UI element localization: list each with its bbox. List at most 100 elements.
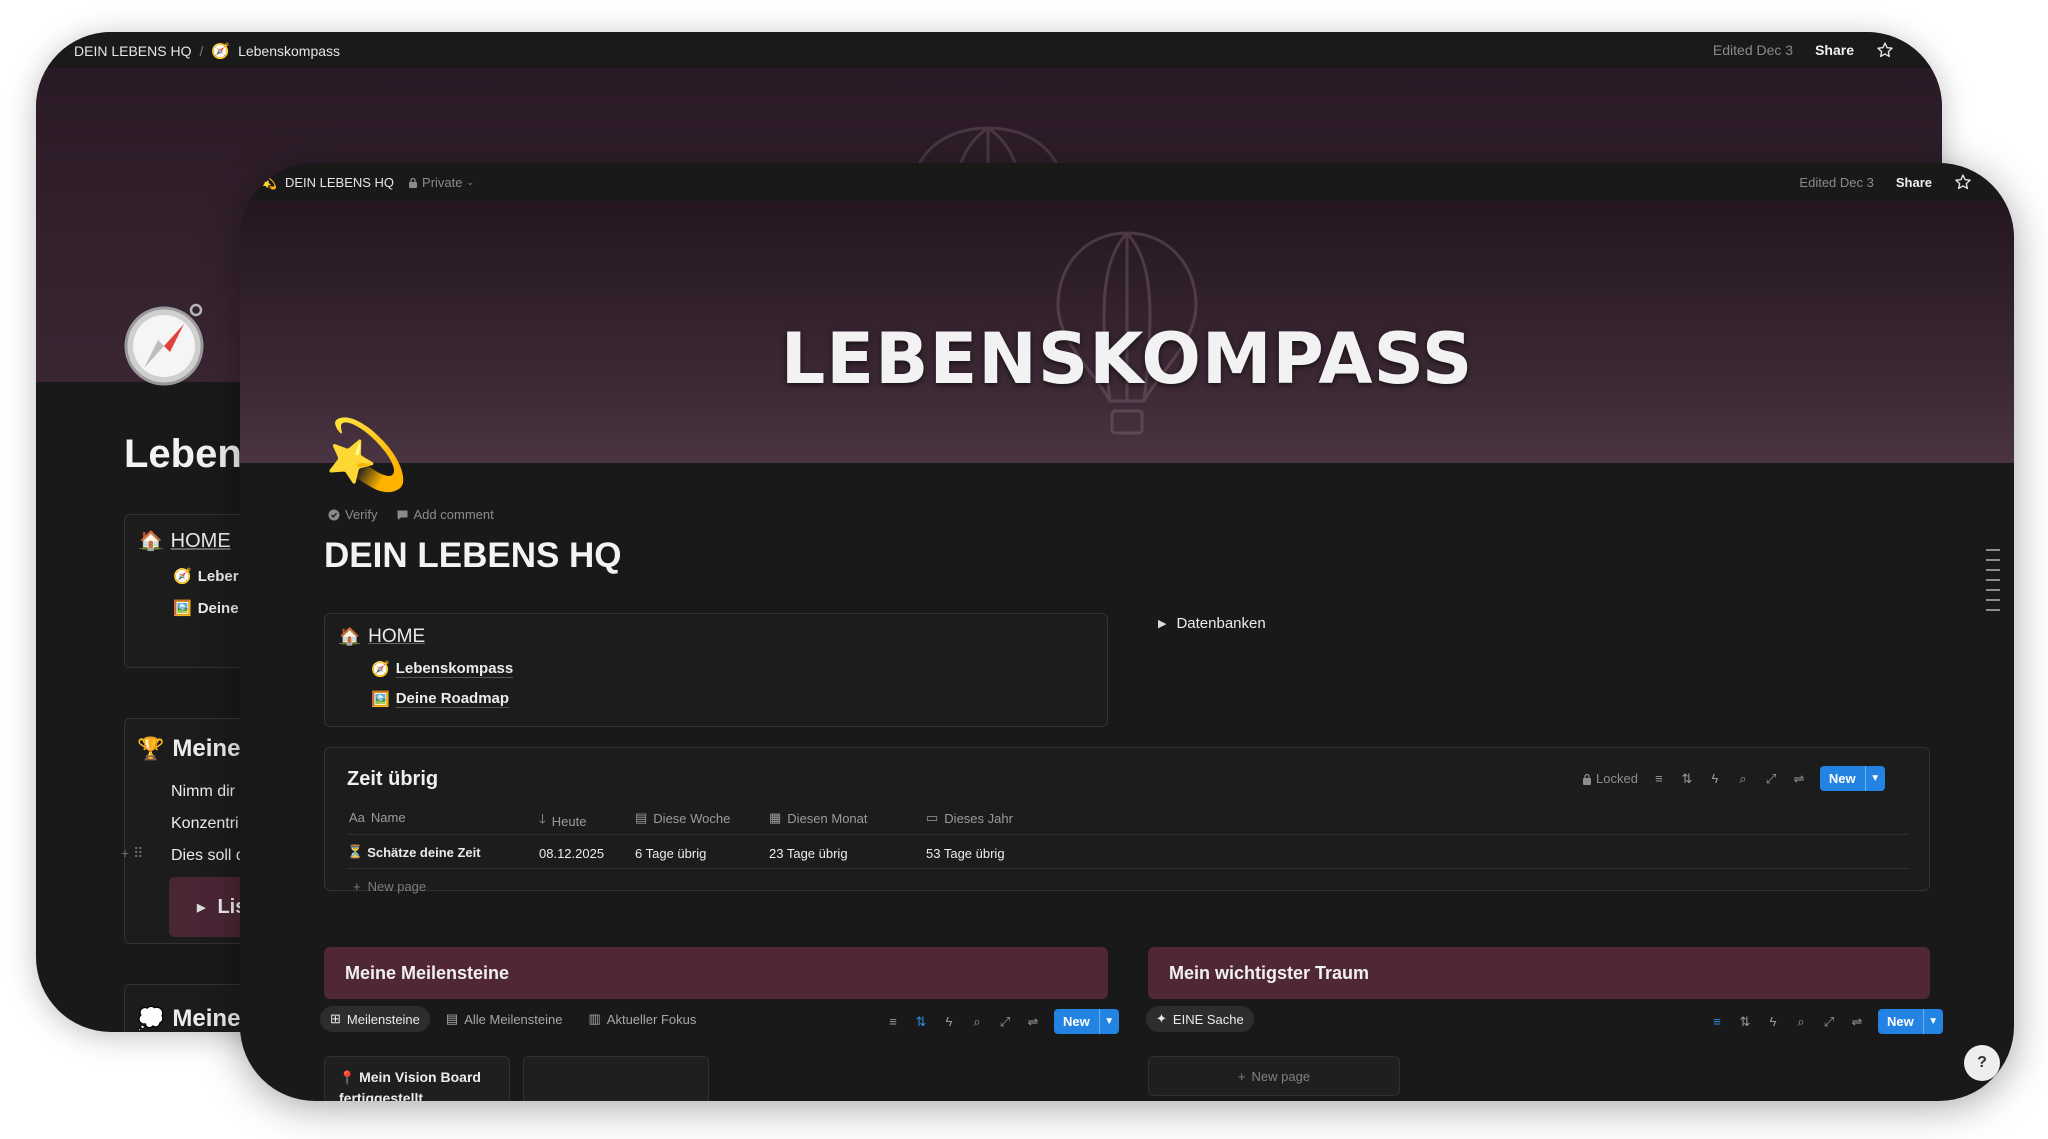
expand-icon[interactable]: ⤢ xyxy=(1764,771,1778,786)
back-home-item[interactable]: 🧭 Leber xyxy=(173,567,239,586)
filter-icon[interactable]: ≡ xyxy=(1710,1014,1724,1029)
new-button[interactable]: New ▼ xyxy=(1878,1009,1943,1034)
column-header-monat[interactable]: ▦ Diesen Monat xyxy=(769,810,868,826)
back-home-link[interactable]: 🏠 HOME xyxy=(139,529,231,553)
comment-icon xyxy=(397,510,408,520)
back-breadcrumb[interactable]: DEIN LEBENS HQ / 🧭 Lebenskompass xyxy=(74,42,340,60)
database-title[interactable]: Zeit übrig xyxy=(347,768,438,791)
column-header-jahr[interactable]: ▭ Dieses Jahr xyxy=(926,810,1013,826)
search-icon[interactable]: ⌕ xyxy=(970,1014,984,1029)
toggle-datenbanken[interactable]: ▶ Datenbanken xyxy=(1158,615,1266,632)
chevron-down-icon[interactable]: ▼ xyxy=(1922,1009,1943,1034)
row-divider xyxy=(347,868,1909,869)
front-share-button[interactable]: Share xyxy=(1896,175,1932,190)
calendar-icon: ▤ xyxy=(635,810,648,825)
star-icon[interactable] xyxy=(1954,173,1972,191)
traum-header: Mein wichtigster Traum xyxy=(1148,947,1930,999)
verify-button[interactable]: Verify xyxy=(328,507,378,522)
automation-bolt-icon[interactable]: ϟ xyxy=(1708,771,1722,786)
cell-heute[interactable]: 08.12.2025 xyxy=(539,846,604,861)
back-home-item[interactable]: 🖼️ Deine xyxy=(173,599,239,618)
thought-bubble-icon: 💭 xyxy=(137,1006,165,1031)
tab-meilensteine[interactable]: ⊞ Meilensteine xyxy=(320,1006,430,1032)
new-page-button[interactable]: + New page xyxy=(353,879,426,894)
back-topbar: DEIN LEBENS HQ / 🧭 Lebenskompass Edited … xyxy=(36,32,1942,68)
plus-icon: + xyxy=(353,879,361,894)
star-icon[interactable] xyxy=(1876,41,1894,59)
table-icon: ▤ xyxy=(445,1011,459,1026)
front-breadcrumb[interactable]: 💫 DEIN LEBENS HQ Private ⌄ xyxy=(262,175,474,190)
tab-eine-sache[interactable]: ✦ EINE Sache xyxy=(1146,1006,1254,1032)
back-breadcrumb-workspace[interactable]: DEIN LEBENS HQ xyxy=(74,43,191,59)
meilensteine-toolbar: ≡ ⇅ ϟ ⌕ ⤢ ⇌ New ▼ xyxy=(886,1009,1119,1034)
cell-woche[interactable]: 6 Tage übrig xyxy=(635,846,706,861)
dizzy-star-icon[interactable]: 💫 xyxy=(324,421,409,489)
settings-sliders-icon[interactable]: ⇌ xyxy=(1026,1014,1040,1029)
sparkle-icon: ✦ xyxy=(1156,1011,1167,1026)
traum-toolbar: ≡ ⇅ ϟ ⌕ ⤢ ⇌ New ▼ xyxy=(1710,1009,1943,1034)
traum-new-page-card[interactable]: + New page xyxy=(1148,1056,1400,1096)
gallery-card[interactable]: 📍 Mein Vision Board fertiggestellt xyxy=(324,1056,510,1101)
sort-icon[interactable]: ⇅ xyxy=(1738,1014,1752,1029)
tab-aktueller-fokus[interactable]: ▥ Aktueller Fokus xyxy=(578,1006,706,1032)
tab-alle-meilensteine[interactable]: ▤ Alle Meilensteine xyxy=(436,1006,573,1032)
sort-icon[interactable]: ⇅ xyxy=(914,1014,928,1029)
hourglass-icon: ⏳ xyxy=(347,844,364,859)
chevron-down-icon[interactable]: ▼ xyxy=(1864,766,1885,791)
front-cover[interactable]: LEBENSKOMPASS xyxy=(240,201,2014,463)
settings-sliders-icon[interactable]: ⇌ xyxy=(1850,1014,1864,1029)
new-button[interactable]: New ▼ xyxy=(1819,766,1885,791)
drag-handle-icon[interactable]: + ⠿ xyxy=(121,845,143,862)
search-icon[interactable]: ⌕ xyxy=(1736,771,1750,786)
back-home-item-label: Leber xyxy=(197,567,239,585)
page-outline-indicator[interactable] xyxy=(1986,549,2000,611)
filter-icon[interactable]: ≡ xyxy=(1652,771,1666,786)
filter-icon[interactable]: ≡ xyxy=(886,1014,900,1029)
back-share-button[interactable]: Share xyxy=(1815,42,1854,58)
link-deine-roadmap[interactable]: 🖼️ Deine Roadmap xyxy=(371,690,510,708)
picture-icon: 🖼️ xyxy=(173,600,192,617)
settings-sliders-icon[interactable]: ⇌ xyxy=(1792,771,1806,786)
gallery-icon: ⊞ xyxy=(330,1011,341,1026)
search-icon[interactable]: ⌕ xyxy=(1794,1014,1808,1029)
page-title[interactable]: DEIN LEBENS HQ xyxy=(324,536,622,576)
column-header-heute[interactable]: 🡓 Heute xyxy=(539,810,586,832)
database-toolbar: Locked ≡ ⇅ ϟ ⌕ ⤢ ⇌ New ▼ xyxy=(1582,766,1885,791)
back-breadcrumb-page[interactable]: Lebenskompass xyxy=(238,43,340,59)
locked-indicator[interactable]: Locked xyxy=(1582,771,1638,786)
expand-icon[interactable]: ⤢ xyxy=(998,1014,1012,1029)
link-label: Deine Roadmap xyxy=(395,690,510,708)
expand-icon[interactable]: ⤢ xyxy=(1822,1014,1836,1029)
compass-icon: 🧭 xyxy=(371,661,390,678)
meilensteine-view-tabs: ⊞ Meilensteine ▤ Alle Meilensteine ▥ Akt… xyxy=(320,1006,706,1032)
traum-view-tabs: ✦ EINE Sache xyxy=(1146,1006,1254,1032)
back-meine2-heading: 💭 Meine xyxy=(137,1005,241,1032)
automation-bolt-icon[interactable]: ϟ xyxy=(942,1014,956,1029)
automation-bolt-icon[interactable]: ϟ xyxy=(1766,1014,1780,1029)
table-row[interactable]: ⏳ Schätze deine Zeit xyxy=(347,844,481,860)
calendar-icon: ▭ xyxy=(926,810,939,825)
help-icon: ? xyxy=(1977,1054,1987,1071)
compass-icon xyxy=(124,303,204,386)
header-divider xyxy=(347,834,1909,835)
cell-monat[interactable]: 23 Tage übrig xyxy=(769,846,848,861)
cell-jahr[interactable]: 53 Tage übrig xyxy=(926,846,1005,861)
column-header-name[interactable]: Aa Name xyxy=(349,810,406,825)
privacy-dropdown[interactable]: Private ⌄ xyxy=(408,175,474,190)
column-header-woche[interactable]: ▤ Diese Woche xyxy=(635,810,730,826)
new-button[interactable]: New ▼ xyxy=(1054,1009,1119,1034)
sort-icon[interactable]: ⇅ xyxy=(1680,771,1694,786)
dizzy-star-icon: 💫 xyxy=(262,175,277,190)
gallery-card-empty[interactable] xyxy=(523,1056,709,1101)
back-meine-line: Dies soll d xyxy=(171,847,245,864)
help-button[interactable]: ? xyxy=(1964,1045,2000,1081)
front-breadcrumb-workspace[interactable]: DEIN LEBENS HQ xyxy=(285,175,394,190)
chevron-down-icon[interactable]: ▼ xyxy=(1098,1009,1119,1034)
home-link[interactable]: 🏠 HOME xyxy=(339,626,425,648)
link-lebenskompass[interactable]: 🧭 Lebenskompass xyxy=(371,660,514,678)
breadcrumb-separator: / xyxy=(199,43,204,59)
add-comment-button[interactable]: Add comment xyxy=(396,507,494,522)
front-topbar: 💫 DEIN LEBENS HQ Private ⌄ Edited Dec 3 … xyxy=(240,163,2014,201)
meilensteine-header: Meine Meilensteine xyxy=(324,947,1108,999)
compass-icon: 🧭 xyxy=(173,568,192,585)
